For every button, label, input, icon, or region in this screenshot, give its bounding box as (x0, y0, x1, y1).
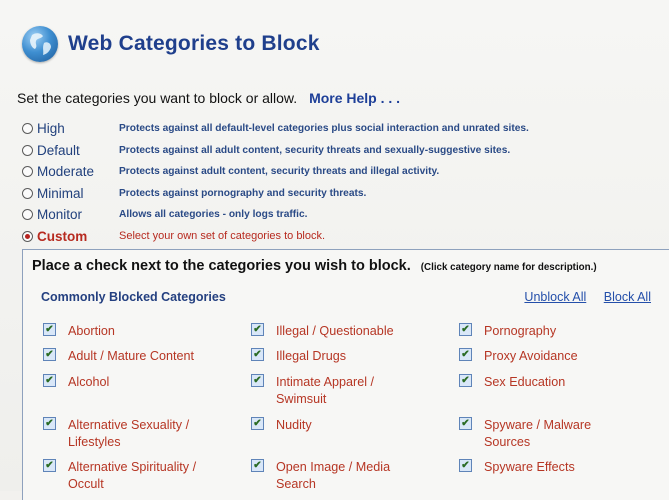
page: Web Categories to Block Set the categori… (0, 0, 669, 500)
level-description: Protects against adult content, security… (119, 166, 440, 178)
bulk-actions: Unblock All Block All (510, 290, 651, 304)
radio-monitor[interactable] (22, 209, 33, 221)
category-item[interactable]: ✔ Intimate Apparel / Swimsuit (251, 374, 406, 408)
level-option-high[interactable]: High Protects against all default-level … (22, 118, 662, 140)
checkbox-checked[interactable]: ✔ (43, 323, 56, 336)
level-description: Protects against pornography and securit… (119, 187, 367, 199)
level-description: Allows all categories - only logs traffi… (119, 209, 308, 221)
checkbox-checked[interactable]: ✔ (251, 417, 264, 430)
level-option-default[interactable]: Default Protects against all adult conte… (22, 140, 662, 162)
checkbox-checked[interactable]: ✔ (251, 374, 264, 387)
category-item[interactable]: ✔ Adult / Mature Content (43, 348, 228, 365)
level-name[interactable]: Moderate (37, 164, 119, 179)
level-option-custom[interactable]: Custom Select your own set of categories… (22, 226, 662, 248)
level-description: Protects against all adult content, secu… (119, 144, 511, 156)
page-title: Web Categories to Block (68, 32, 320, 55)
category-item[interactable]: ✔ Pornography (459, 323, 644, 340)
globe-icon (22, 26, 58, 62)
level-name[interactable]: Monitor (37, 207, 119, 222)
level-description: Select your own set of categories to blo… (119, 230, 326, 243)
category-label[interactable]: Proxy Avoidance (484, 348, 644, 365)
category-label[interactable]: Open Image / Media Search (276, 459, 406, 493)
category-item[interactable]: ✔ Alcohol (43, 374, 228, 391)
category-label[interactable]: Sex Education (484, 374, 644, 391)
checkbox-checked[interactable]: ✔ (459, 374, 472, 387)
checkbox-checked[interactable]: ✔ (459, 348, 472, 361)
radio-default[interactable] (22, 144, 33, 156)
category-label[interactable]: Pornography (484, 323, 644, 340)
radio-high[interactable] (22, 123, 33, 135)
checkbox-checked[interactable]: ✔ (251, 323, 264, 336)
level-name[interactable]: High (37, 121, 119, 136)
level-name[interactable]: Custom (37, 229, 119, 244)
level-option-moderate[interactable]: Moderate Protects against adult content,… (22, 161, 662, 183)
category-label[interactable]: Adult / Mature Content (68, 348, 228, 365)
more-help-link[interactable]: More Help . . . (309, 90, 400, 106)
instruction-note: (Click category name for description.) (420, 262, 597, 273)
category-item[interactable]: ✔ Spyware / Malware Sources (459, 417, 634, 451)
category-label[interactable]: Alcohol (68, 374, 228, 391)
filter-level-list: High Protects against all default-level … (22, 118, 662, 247)
level-option-monitor[interactable]: Monitor Allows all categories - only log… (22, 204, 662, 226)
category-label[interactable]: Illegal Drugs (276, 348, 436, 365)
category-label[interactable]: Spyware Effects (484, 459, 644, 476)
category-item[interactable]: ✔ Open Image / Media Search (251, 459, 406, 493)
category-item[interactable]: ✔ Spyware Effects (459, 459, 644, 476)
category-label[interactable]: Abortion (68, 323, 228, 340)
category-label[interactable]: Illegal / Questionable (276, 323, 436, 340)
checkbox-checked[interactable]: ✔ (251, 459, 264, 472)
custom-instruction: Place a check next to the categories you… (32, 258, 597, 274)
custom-categories-panel: Place a check next to the categories you… (22, 249, 669, 500)
checkbox-checked[interactable]: ✔ (43, 374, 56, 387)
checkbox-checked[interactable]: ✔ (251, 348, 264, 361)
category-item[interactable]: ✔ Abortion (43, 323, 228, 340)
category-item[interactable]: ✔ Alternative Spirituality / Occult (43, 459, 223, 493)
checkbox-checked[interactable]: ✔ (459, 417, 472, 430)
checkbox-checked[interactable]: ✔ (459, 459, 472, 472)
header: Web Categories to Block (22, 22, 320, 66)
category-item[interactable]: ✔ Proxy Avoidance (459, 348, 644, 365)
level-option-minimal[interactable]: Minimal Protects against pornography and… (22, 183, 662, 205)
category-label[interactable]: Nudity (276, 417, 436, 434)
checkbox-checked[interactable]: ✔ (459, 323, 472, 336)
radio-moderate[interactable] (22, 166, 33, 178)
level-name[interactable]: Default (37, 143, 119, 158)
checkbox-checked[interactable]: ✔ (43, 417, 56, 430)
category-label[interactable]: Spyware / Malware Sources (484, 417, 634, 451)
category-item[interactable]: ✔ Illegal Drugs (251, 348, 436, 365)
category-label[interactable]: Intimate Apparel / Swimsuit (276, 374, 406, 408)
category-item[interactable]: ✔ Illegal / Questionable (251, 323, 436, 340)
category-label[interactable]: Alternative Spirituality / Occult (68, 459, 223, 493)
radio-minimal[interactable] (22, 187, 33, 199)
category-item[interactable]: ✔ Alternative Sexuality / Lifestyles (43, 417, 218, 451)
category-item[interactable]: ✔ Sex Education (459, 374, 644, 391)
block-all-link[interactable]: Block All (604, 290, 651, 304)
unblock-all-link[interactable]: Unblock All (524, 290, 586, 304)
intro-text: Set the categories you want to block or … (17, 90, 298, 106)
instruction-text: Place a check next to the categories you… (32, 258, 411, 274)
level-name[interactable]: Minimal (37, 186, 119, 201)
level-description: Protects against all default-level categ… (119, 123, 529, 135)
intro: Set the categories you want to block or … (17, 90, 400, 106)
checkbox-checked[interactable]: ✔ (43, 459, 56, 472)
category-item[interactable]: ✔ Nudity (251, 417, 436, 434)
radio-custom-selected[interactable] (22, 230, 33, 242)
category-label[interactable]: Alternative Sexuality / Lifestyles (68, 417, 218, 451)
section-title: Commonly Blocked Categories (41, 290, 226, 304)
checkbox-checked[interactable]: ✔ (43, 348, 56, 361)
